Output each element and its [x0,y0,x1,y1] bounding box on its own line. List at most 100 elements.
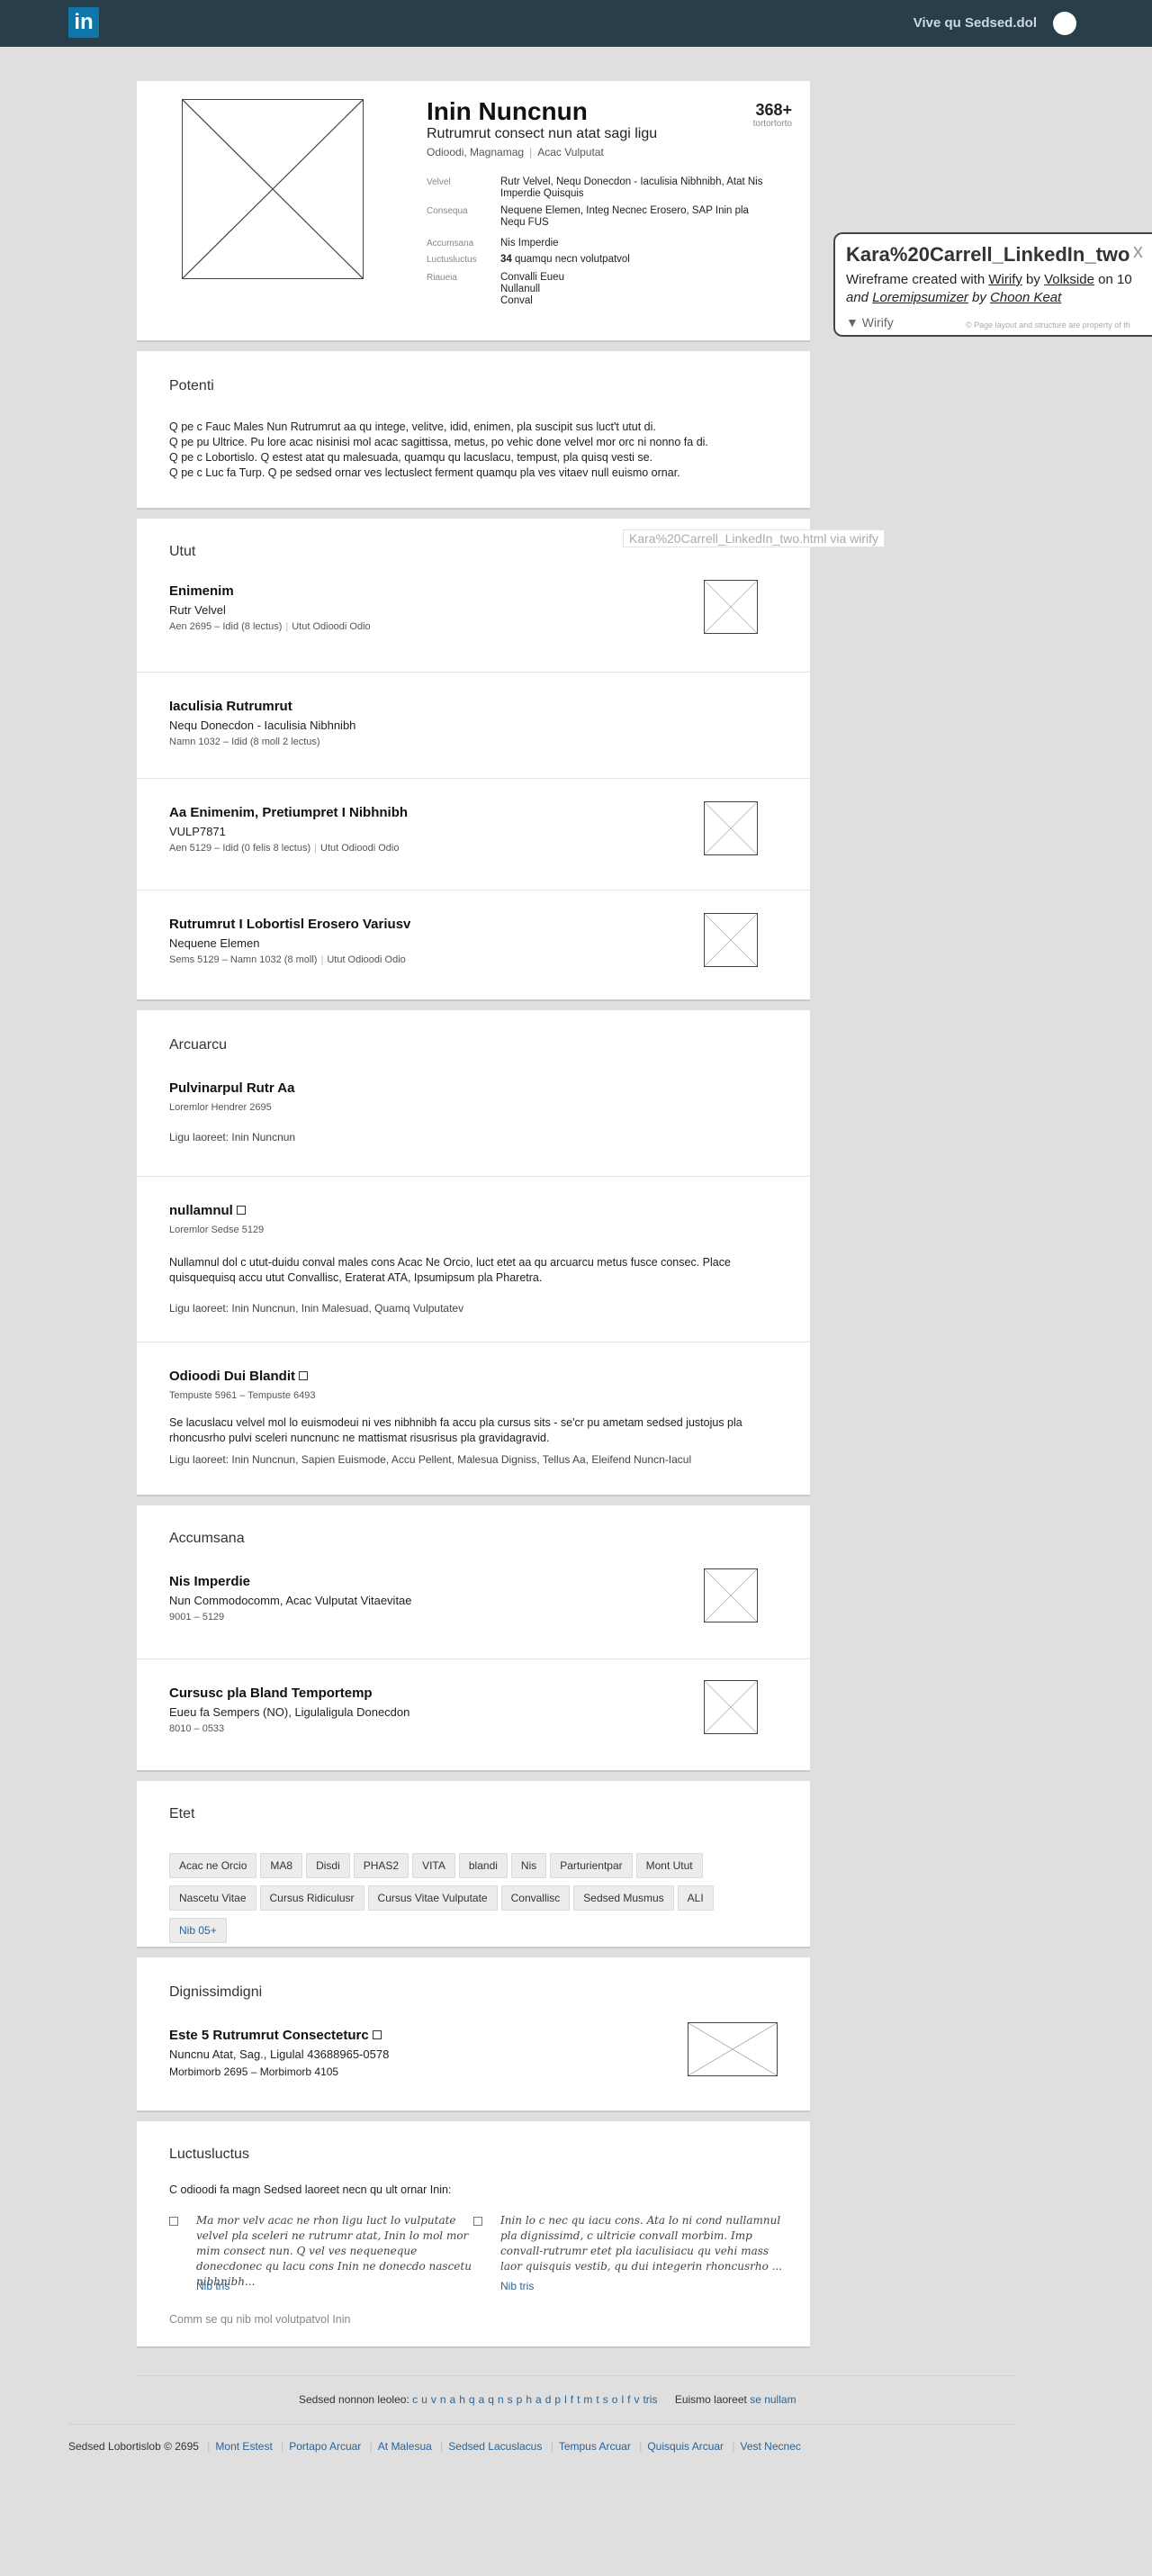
skill-tag[interactable]: Convallisc [500,1885,571,1911]
directory-letter-link[interactable]: v [431,2393,436,2406]
directory-letter-link[interactable]: p [554,2393,561,2406]
wirify-link[interactable]: Wirify [988,272,1022,287]
more-skills-button[interactable]: Nib 05+ [169,1918,227,1943]
directory-letter-link[interactable]: o [612,2393,618,2406]
skill-tag[interactable]: blandi [458,1853,508,1878]
row-value[interactable]: Rutr Velvel, Nequ Donecdon - Iaculisia N… [500,176,770,200]
company-name[interactable]: Rutr Velvel [169,603,226,617]
row-value[interactable]: Nequene Elemen, Integ Necnec Erosero, SA… [500,205,770,229]
footer-link[interactable]: Sedsed Lacuslacus [448,2440,542,2453]
project-title[interactable]: nullamnul [169,1203,233,1218]
directory-letter-link[interactable]: a [479,2393,485,2406]
job-title[interactable]: Iaculisia Rutrumrut [169,699,292,714]
skill-tag[interactable]: PHAS2 [353,1853,410,1878]
footer-link[interactable]: Quisquis Arcuar [647,2440,724,2453]
loremipsumizer-link[interactable]: Loremipsumizer [872,290,968,305]
company-logo-placeholder[interactable] [704,913,758,967]
skill-tag[interactable]: Nis [510,1853,547,1878]
company-name[interactable]: Nequene Elemen [169,936,259,950]
summary-line: Q pe pu Ultrice. Pu lore acac nisinisi m… [169,436,708,448]
directory-letter-link[interactable]: s [508,2393,513,2406]
directory-letter-link[interactable]: h [459,2393,465,2406]
directory-letter-link[interactable]: t [577,2393,580,2406]
directory-letter-link[interactable]: u [421,2393,428,2406]
directory-letter-link[interactable]: m [583,2393,592,2406]
request-recommendation-link[interactable]: Comm se qu nib mol volutpatvol Inin [169,2312,350,2327]
school-logo-placeholder[interactable] [704,1680,758,1734]
footer-link[interactable]: Mont Estest [215,2440,272,2453]
directory-letter-link[interactable]: d [545,2393,552,2406]
project-title[interactable]: Pulvinarpul Rutr Aa [169,1080,294,1096]
company-name[interactable]: Nequ Donecdon - Iaculisia Nibhnibh [169,719,356,732]
linkedin-logo[interactable]: in [68,7,99,38]
recommendation-text: Ma mor velv acac ne rhon ligu luct lo vu… [196,2214,472,2288]
skill-tag[interactable]: Mont Utut [635,1853,703,1878]
directory-letter-link[interactable]: s [603,2393,608,2406]
recommendation-more-link[interactable]: Nib tris [196,2280,230,2292]
project-description: Se lacuslacu velvel mol lo euismodeui ni… [169,1416,742,1444]
choon-keat-link[interactable]: Choon Keat [990,290,1061,305]
school-name[interactable]: Nis Imperdie [169,1574,250,1589]
skill-tag[interactable]: Parturientpar [550,1853,633,1878]
directory-letter-link[interactable]: q [469,2393,475,2406]
directory-letter-link[interactable]: n [498,2393,504,2406]
website-link[interactable]: Convalli Eueu [500,272,770,284]
directory-extra-link[interactable]: se nullam [750,2393,796,2406]
external-link-icon[interactable] [236,1206,246,1215]
directory-letter-link[interactable]: p [517,2393,523,2406]
certification-logo-placeholder[interactable] [688,2022,778,2076]
directory-letter-link[interactable]: f [571,2393,573,2406]
directory-letter-link[interactable]: q [488,2393,494,2406]
school-name[interactable]: Cursusc pla Bland Temportemp [169,1686,373,1701]
recommendation-checkbox[interactable] [169,2217,178,2226]
skill-tag[interactable]: Cursus Ridiculusr [259,1885,364,1911]
job-dates: Aen 5129 – Idid (0 felis 8 lectus) [169,843,311,854]
skill-tag[interactable]: ALI [677,1885,714,1911]
annotation-brand[interactable]: ▼ Wirify [846,315,894,330]
job-title[interactable]: Rutrumrut I Lobortisl Erosero Variusv [169,917,410,932]
job-title[interactable]: Aa Enimenim, Pretiumpret I Nibhnibh [169,805,408,820]
school-logo-placeholder[interactable] [704,1568,758,1622]
directory-letter-link[interactable]: l [621,2393,624,2406]
skill-tag[interactable]: MA8 [260,1853,303,1878]
project-title[interactable]: Odioodi Dui Blandit [169,1369,295,1384]
footer-link[interactable]: Tempus Arcuar [559,2440,631,2453]
directory-letter-link[interactable]: n [440,2393,446,2406]
directory-letter-link[interactable]: a [450,2393,456,2406]
directory-letter-link[interactable]: f [627,2393,630,2406]
directory-letter-link[interactable]: l [564,2393,567,2406]
skill-tag[interactable]: Nascetu Vitae [169,1885,256,1911]
external-link-icon[interactable] [372,2030,382,2039]
recommendation-checkbox[interactable] [473,2217,482,2226]
directory-letter-link[interactable]: h [526,2393,532,2406]
job-location: Utut Odioodi Odio [320,843,400,854]
company-logo-placeholder[interactable] [704,580,758,634]
skill-tag[interactable]: Cursus Vitae Vulputate [367,1885,498,1911]
website-link[interactable]: Nullanull [500,284,770,295]
directory-letter-link[interactable]: tris [643,2393,657,2406]
row-value[interactable]: Nis Imperdie [500,238,770,249]
user-avatar[interactable] [1053,12,1076,35]
website-link[interactable]: Conval [500,295,770,307]
footer-link[interactable]: At Malesua [378,2440,432,2453]
skill-tag[interactable]: VITA [412,1853,455,1878]
job-title[interactable]: Enimenim [169,583,234,599]
project-members: Ligu laoreet: Inin Nuncnun, Sapien Euism… [169,1453,692,1466]
recommendation-more-link[interactable]: Nib tris [500,2280,534,2292]
directory-letter-link[interactable]: c [412,2393,418,2406]
close-icon[interactable]: x [1133,240,1143,263]
directory-letter-link[interactable]: t [596,2393,598,2406]
skill-tag[interactable]: Acac ne Orcio [169,1853,257,1878]
footer-link[interactable]: Portapo Arcuar [289,2440,361,2453]
directory-letter-link[interactable]: v [634,2393,639,2406]
directory-letter-link[interactable]: a [536,2393,542,2406]
footer-link[interactable]: Vest Necnec [741,2440,801,2453]
company-name[interactable]: VULP7871 [169,825,226,838]
user-name-link[interactable]: Vive qu Sedsed.dol [914,15,1037,31]
certification-title[interactable]: Este 5 Rutrumrut Consecteturc [169,2028,369,2043]
external-link-icon[interactable] [298,1371,308,1380]
company-logo-placeholder[interactable] [704,801,758,855]
skill-tag[interactable]: Disdi [306,1853,350,1878]
skill-tag[interactable]: Sedsed Musmus [573,1885,674,1911]
volkside-link[interactable]: Volkside [1044,272,1094,287]
